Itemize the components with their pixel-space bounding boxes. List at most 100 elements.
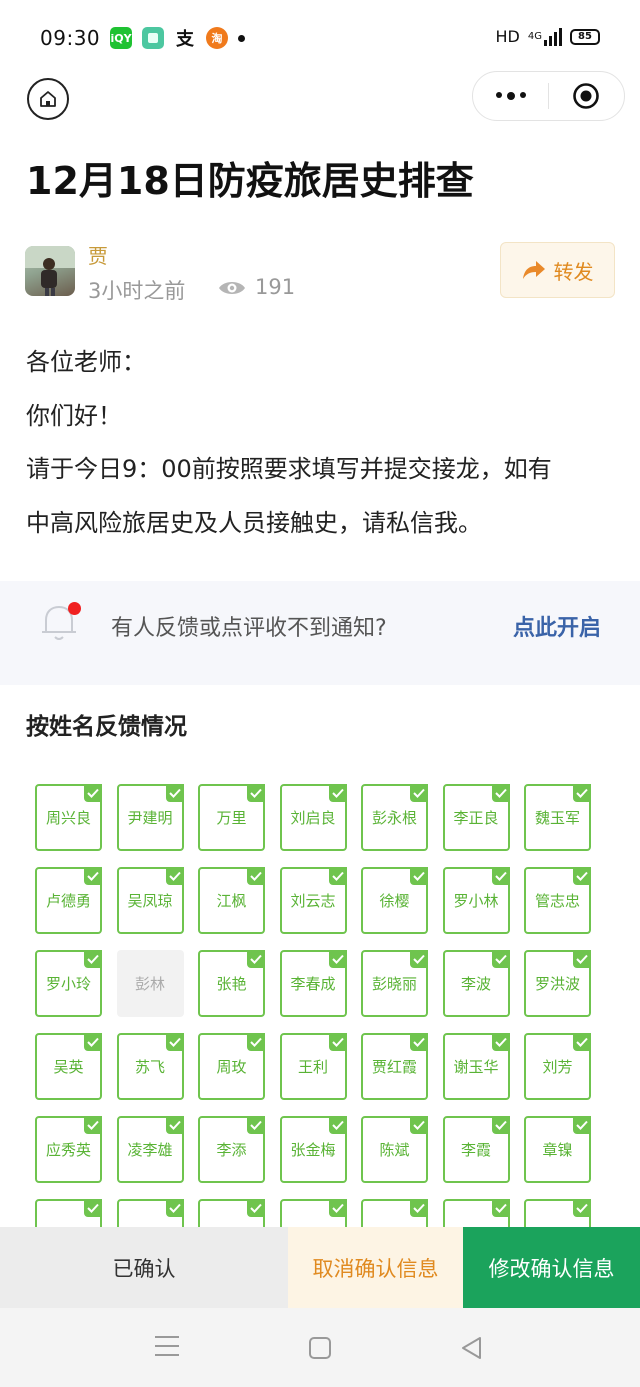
post-content: 各位老师： 你们好！ 请于今日9：00前按照要求填写并提交接龙，如有 中高风险旅…	[26, 336, 616, 550]
check-icon	[247, 1199, 265, 1217]
name-cell[interactable]: 刘芳	[524, 1033, 591, 1100]
name-cell[interactable]: 罗洪波	[524, 950, 591, 1017]
signal-icon	[544, 27, 562, 46]
battery-icon: 85	[570, 28, 600, 45]
check-icon	[247, 1033, 265, 1051]
name-cell[interactable]: 张艳	[198, 950, 265, 1017]
menu-icon[interactable]	[155, 1336, 179, 1363]
name-label: 江枫	[216, 892, 247, 910]
name-cell[interactable]: 李霞	[442, 1116, 510, 1183]
name-cell[interactable]: 徐樱	[361, 867, 428, 934]
name-cell[interactable]: 管志忠	[524, 867, 591, 934]
content-line: 请于今日9：00前按照要求填写并提交接龙，如有	[26, 455, 552, 483]
check-icon	[491, 950, 510, 968]
name-cell[interactable]: 刘云志	[279, 867, 347, 934]
name-label: 罗小林	[453, 892, 499, 910]
name-cell[interactable]: 苏飞	[116, 1033, 184, 1100]
check-icon	[410, 867, 428, 885]
name-cell[interactable]: 彭林	[116, 950, 184, 1017]
share-arrow-icon	[522, 261, 545, 279]
miniprogram-capsule	[472, 71, 625, 121]
name-label: 章镍	[542, 1141, 573, 1159]
name-cell[interactable]: 李添	[198, 1116, 265, 1183]
name-cell[interactable]: 周兴良	[35, 784, 102, 851]
forward-button[interactable]: 转发	[500, 242, 615, 298]
author-name[interactable]: 贾	[88, 240, 108, 269]
name-cell[interactable]: 贾红霞	[361, 1033, 428, 1100]
name-cell[interactable]: 刘启良	[279, 784, 347, 851]
name-cell[interactable]	[524, 1199, 591, 1227]
content-line: 各位老师：	[26, 348, 146, 376]
status-indicators: HD 4G 85	[496, 27, 600, 46]
name-cell[interactable]: 章镍	[524, 1116, 591, 1183]
name-cell[interactable]	[361, 1199, 428, 1227]
check-icon	[328, 1199, 347, 1217]
name-cell[interactable]: 万里	[198, 784, 265, 851]
name-label: 周兴良	[45, 809, 91, 827]
name-cell[interactable]	[35, 1199, 102, 1227]
name-cell[interactable]: 陈斌	[361, 1116, 428, 1183]
content-line: 你们好！	[26, 401, 122, 430]
eye-icon	[219, 282, 245, 294]
name-label: 张艳	[216, 975, 247, 993]
forward-label: 转发	[553, 259, 594, 284]
more-options-button[interactable]	[473, 92, 548, 100]
taobao-icon: 淘	[206, 27, 228, 49]
check-icon	[491, 784, 510, 802]
check-icon	[84, 950, 102, 968]
home-button[interactable]	[27, 78, 69, 120]
name-cell[interactable]: 彭晓丽	[361, 950, 428, 1017]
name-label: 刘启良	[290, 809, 336, 827]
name-cell[interactable]	[279, 1199, 347, 1227]
name-cell[interactable]: 王利	[279, 1033, 347, 1100]
name-cell[interactable]: 吴英	[35, 1033, 102, 1100]
name-label: 吴凤琼	[127, 892, 173, 910]
name-label: 罗洪波	[534, 975, 580, 993]
check-icon	[573, 1199, 591, 1217]
name-label: 吴英	[53, 1058, 84, 1076]
avatar[interactable]	[25, 246, 75, 296]
check-icon	[491, 1199, 510, 1217]
check-icon	[247, 1116, 265, 1134]
name-label: 应秀英	[45, 1141, 91, 1159]
name-cell[interactable]: 吴凤琼	[116, 867, 184, 934]
name-cell[interactable]: 卢德勇	[35, 867, 102, 934]
name-cell[interactable]: 江枫	[198, 867, 265, 934]
check-icon	[573, 784, 591, 802]
check-icon	[491, 1116, 510, 1134]
target-icon	[573, 83, 600, 109]
modify-confirmation-button[interactable]: 修改确认信息	[463, 1227, 640, 1308]
square-home-icon[interactable]	[309, 1337, 331, 1359]
name-cell[interactable]: 李春成	[279, 950, 347, 1017]
back-icon[interactable]	[460, 1336, 484, 1360]
network-label: HD	[495, 27, 520, 46]
confirmed-button[interactable]: 已确认	[0, 1227, 288, 1308]
name-cell[interactable]: 罗小玲	[35, 950, 102, 1017]
check-icon	[328, 784, 347, 802]
name-cell[interactable]: 罗小林	[442, 867, 510, 934]
cancel-confirmation-button[interactable]: 取消确认信息	[288, 1227, 463, 1308]
name-cell[interactable]: 魏玉军	[524, 784, 591, 851]
name-label: 刘云志	[290, 892, 336, 910]
enable-notification-link[interactable]: 点此开启	[513, 610, 601, 642]
name-cell[interactable]	[198, 1199, 265, 1227]
name-cell[interactable]: 李波	[442, 950, 510, 1017]
check-icon	[410, 1199, 428, 1217]
status-time: 09:30	[40, 26, 101, 50]
name-cell[interactable]: 彭永根	[361, 784, 428, 851]
name-cell[interactable]: 应秀英	[35, 1116, 102, 1183]
name-cell[interactable]: 谢玉华	[442, 1033, 510, 1100]
unread-dot	[68, 602, 81, 615]
name-cell[interactable]: 张金梅	[279, 1116, 347, 1183]
view-count: 191	[255, 275, 296, 299]
check-icon	[247, 867, 265, 885]
name-cell[interactable]: 凌李雄	[116, 1116, 184, 1183]
close-miniprogram-button[interactable]	[549, 82, 624, 110]
status-app-icons: iQY 支 淘	[110, 27, 245, 50]
name-label: 万里	[216, 809, 247, 827]
name-cell[interactable]: 周玫	[198, 1033, 265, 1100]
name-cell[interactable]	[442, 1199, 510, 1227]
name-cell[interactable]	[116, 1199, 184, 1227]
name-cell[interactable]: 李正良	[442, 784, 510, 851]
name-cell[interactable]: 尹建明	[116, 784, 184, 851]
